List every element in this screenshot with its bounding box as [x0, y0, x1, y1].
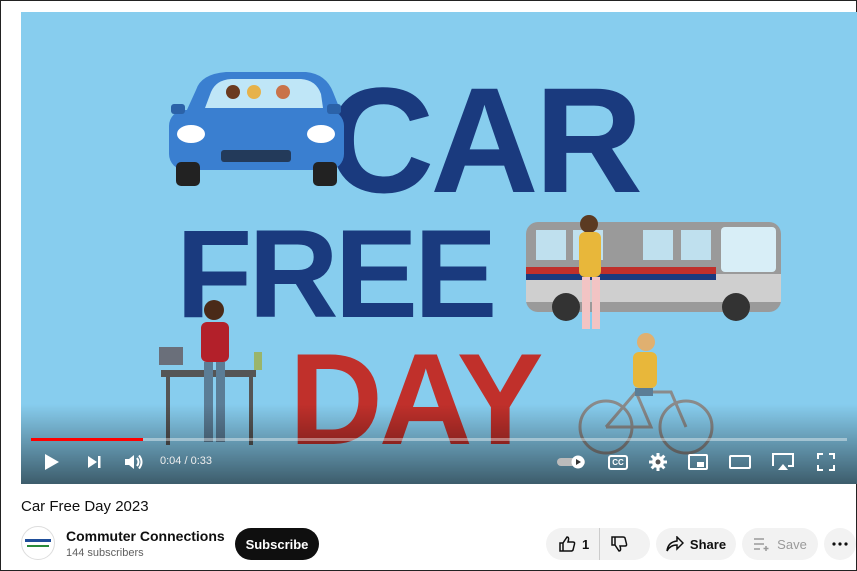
volume-button[interactable]	[121, 450, 147, 474]
autoplay-toggle[interactable]	[555, 450, 589, 474]
next-button[interactable]	[81, 450, 107, 474]
next-icon	[88, 456, 101, 468]
fullscreen-button[interactable]	[813, 450, 839, 474]
volume-icon	[125, 454, 143, 470]
video-title: Car Free Day 2023	[21, 498, 149, 515]
miniplayer-icon	[688, 454, 708, 470]
artwork-text-car: CAR	[326, 56, 641, 224]
cast-button[interactable]	[769, 450, 797, 474]
play-button[interactable]	[39, 450, 65, 474]
like-button[interactable]: 1	[546, 528, 601, 560]
share-button[interactable]: Share	[656, 528, 736, 560]
share-icon	[666, 536, 684, 552]
progress-bar[interactable]	[31, 438, 847, 441]
video-player[interactable]: CAR FREE DAY 0:04 / 0:33 CC	[21, 12, 857, 484]
dislike-button[interactable]	[600, 528, 638, 560]
save-label: Save	[777, 536, 807, 552]
settings-button[interactable]	[645, 450, 671, 474]
captions-icon: CC	[608, 454, 628, 470]
theater-mode-button[interactable]	[727, 450, 753, 474]
subscriber-count: 144 subscribers	[66, 547, 144, 559]
subscribe-button[interactable]: Subscribe	[235, 528, 319, 560]
progress-bar-played	[31, 438, 143, 441]
thumbs-up-icon	[559, 536, 576, 552]
channel-name[interactable]: Commuter Connections	[66, 528, 225, 544]
like-dislike-group: 1	[546, 528, 650, 560]
like-count: 1	[582, 536, 590, 552]
theater-icon	[729, 455, 751, 469]
captions-button[interactable]: CC	[605, 450, 631, 474]
autoplay-toggle-icon	[557, 455, 585, 469]
miniplayer-button[interactable]	[685, 450, 711, 474]
play-icon	[45, 454, 59, 470]
save-to-playlist-icon	[754, 538, 769, 551]
settings-icon	[649, 453, 667, 471]
car-illustration	[169, 72, 344, 186]
time-display: 0:04 / 0:33	[160, 455, 212, 467]
save-button[interactable]: Save	[742, 528, 818, 560]
channel-avatar[interactable]	[21, 526, 55, 560]
thumbs-down-icon	[611, 536, 628, 552]
share-label: Share	[689, 536, 727, 552]
more-actions-button[interactable]	[824, 528, 856, 560]
more-horizontal-icon	[832, 542, 848, 546]
bus-illustration	[526, 222, 781, 321]
fullscreen-icon	[817, 453, 835, 471]
cast-icon	[772, 453, 794, 470]
